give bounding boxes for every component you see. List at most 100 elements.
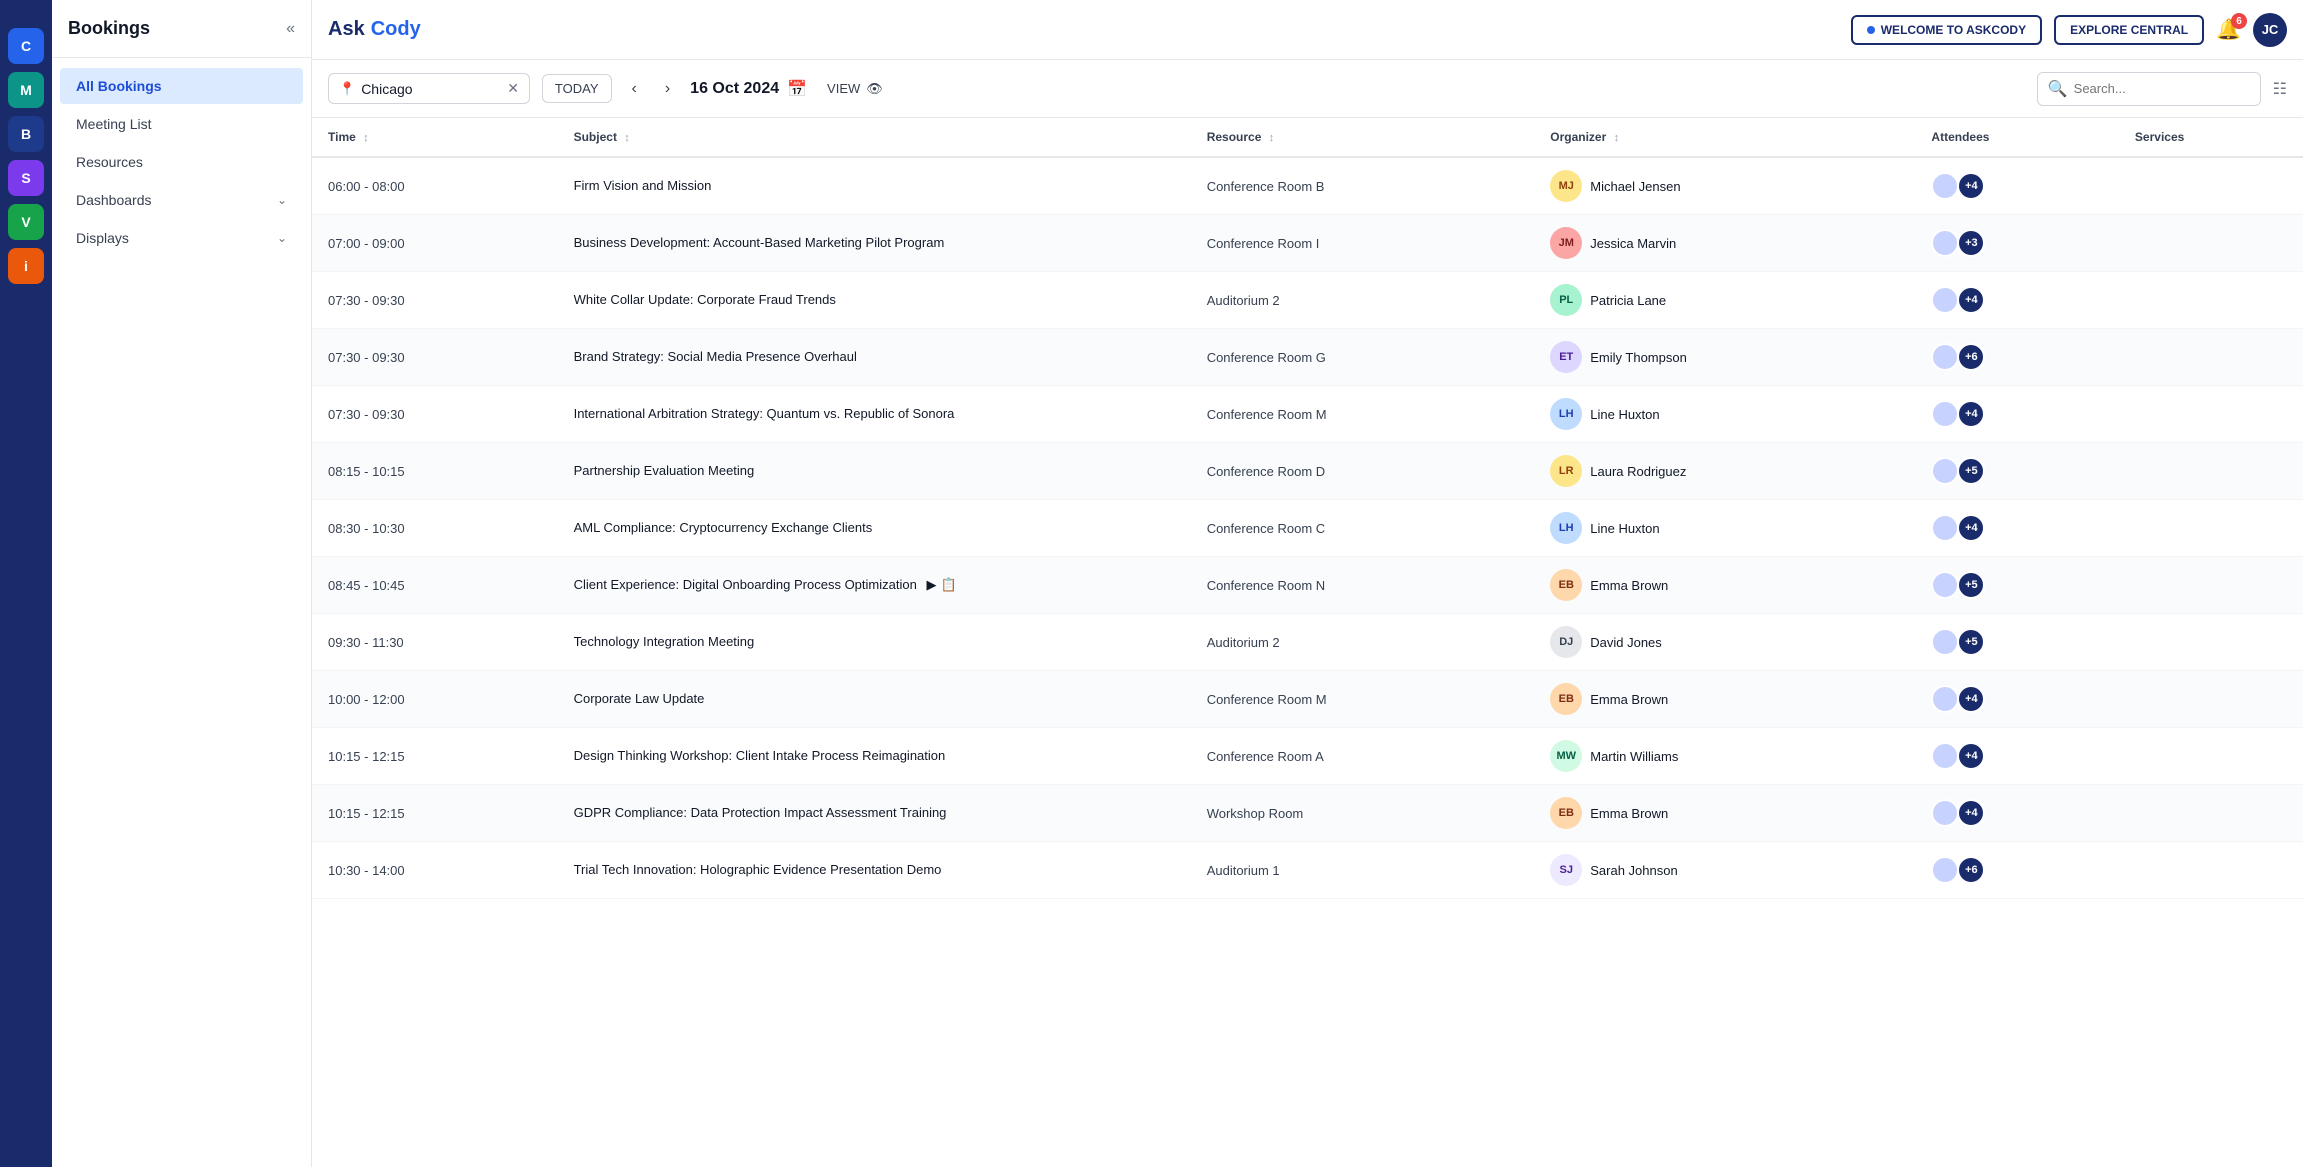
cell-time: 07:30 - 09:30 bbox=[312, 329, 558, 386]
organizer-name: David Jones bbox=[1590, 635, 1662, 650]
view-label: VIEW bbox=[827, 81, 860, 96]
nav-icon-c[interactable]: C bbox=[8, 28, 44, 64]
nav-icon-v[interactable]: V bbox=[8, 204, 44, 240]
organizer-name: Martin Williams bbox=[1590, 749, 1678, 764]
sidebar-item-meeting-list[interactable]: Meeting List bbox=[60, 106, 303, 142]
cell-subject: Trial Tech Innovation: Holographic Evide… bbox=[558, 842, 1191, 899]
sidebar-item-displays[interactable]: Displays ⌄ bbox=[60, 220, 303, 256]
next-date-button[interactable]: › bbox=[657, 76, 678, 102]
cell-subject: GDPR Compliance: Data Protection Impact … bbox=[558, 785, 1191, 842]
calendar-icon[interactable]: 📅 bbox=[787, 79, 807, 99]
cell-resource: Conference Room A bbox=[1191, 728, 1535, 785]
sidebar-item-all-bookings[interactable]: All Bookings bbox=[60, 68, 303, 104]
nav-icon-b[interactable]: B bbox=[8, 116, 44, 152]
organizer-avatar: EB bbox=[1550, 683, 1582, 715]
previous-date-button[interactable]: ‹ bbox=[624, 76, 645, 102]
cell-attendees: +4 bbox=[1915, 728, 2119, 785]
table-row[interactable]: 08:45 - 10:45 Client Experience: Digital… bbox=[312, 557, 2303, 614]
app-logo: AskCody bbox=[328, 18, 421, 41]
user-initials: JC bbox=[2262, 22, 2279, 37]
attendee-avatar bbox=[1931, 571, 1959, 599]
attendee-avatar bbox=[1931, 172, 1959, 200]
table-row[interactable]: 07:00 - 09:00 Business Development: Acco… bbox=[312, 215, 2303, 272]
organizer-name: Sarah Johnson bbox=[1590, 863, 1677, 878]
cell-resource: Conference Room C bbox=[1191, 500, 1535, 557]
sidebar-header: Bookings « bbox=[52, 0, 311, 58]
location-clear-button[interactable]: ✕ bbox=[507, 80, 519, 97]
attendee-avatar bbox=[1931, 343, 1959, 371]
cell-subject: Client Experience: Digital Onboarding Pr… bbox=[558, 557, 1191, 614]
sidebar-item-label: Dashboards bbox=[76, 192, 152, 208]
table-row[interactable]: 10:15 - 12:15 GDPR Compliance: Data Prot… bbox=[312, 785, 2303, 842]
attendee-avatar bbox=[1931, 229, 1959, 257]
table-row[interactable]: 09:30 - 11:30 Technology Integration Mee… bbox=[312, 614, 2303, 671]
notification-button[interactable]: 🔔 6 bbox=[2216, 17, 2241, 42]
explore-button[interactable]: EXPLORE CENTRAL bbox=[2054, 15, 2204, 45]
table-row[interactable]: 07:30 - 09:30 White Collar Update: Corpo… bbox=[312, 272, 2303, 329]
cell-resource: Workshop Room bbox=[1191, 785, 1535, 842]
cell-organizer: ET Emily Thompson bbox=[1534, 329, 1915, 386]
organizer-name: Emma Brown bbox=[1590, 578, 1668, 593]
cell-attendees: +5 bbox=[1915, 614, 2119, 671]
attendee-count: +4 bbox=[1957, 286, 1985, 314]
attendee-count: +4 bbox=[1957, 514, 1985, 542]
table-row[interactable]: 07:30 - 09:30 Brand Strategy: Social Med… bbox=[312, 329, 2303, 386]
table-row[interactable]: 10:15 - 12:15 Design Thinking Workshop: … bbox=[312, 728, 2303, 785]
sidebar-item-label: All Bookings bbox=[76, 78, 162, 94]
location-input[interactable] bbox=[361, 81, 501, 97]
attendee-avatar bbox=[1931, 685, 1959, 713]
cell-services bbox=[2119, 272, 2303, 329]
cell-resource: Conference Room M bbox=[1191, 386, 1535, 443]
bookings-table-container: Time ↕ Subject ↕ Resource ↕ Organizer ↕ bbox=[312, 118, 2303, 1167]
cell-organizer: SJ Sarah Johnson bbox=[1534, 842, 1915, 899]
sort-icon[interactable]: ↕ bbox=[624, 132, 630, 144]
welcome-dot-icon bbox=[1867, 26, 1875, 34]
organizer-name: Line Huxton bbox=[1590, 521, 1659, 536]
cell-organizer: LH Line Huxton bbox=[1534, 500, 1915, 557]
attendee-count: +6 bbox=[1957, 856, 1985, 884]
cell-organizer: EB Emma Brown bbox=[1534, 557, 1915, 614]
cell-resource: Auditorium 2 bbox=[1191, 272, 1535, 329]
nav-icon-m[interactable]: M bbox=[8, 72, 44, 108]
today-button[interactable]: TODAY bbox=[542, 74, 612, 103]
sort-icon[interactable]: ↕ bbox=[1614, 132, 1620, 144]
search-input[interactable] bbox=[2074, 81, 2250, 96]
eye-icon: 👁 bbox=[866, 81, 883, 97]
table-row[interactable]: 10:30 - 14:00 Trial Tech Innovation: Hol… bbox=[312, 842, 2303, 899]
table-row[interactable]: 08:30 - 10:30 AML Compliance: Cryptocurr… bbox=[312, 500, 2303, 557]
filter-button[interactable]: ☷ bbox=[2273, 79, 2287, 99]
cell-time: 10:30 - 14:00 bbox=[312, 842, 558, 899]
sidebar-collapse-button[interactable]: « bbox=[286, 20, 295, 38]
sidebar-item-resources[interactable]: Resources bbox=[60, 144, 303, 180]
nav-icon-s[interactable]: S bbox=[8, 160, 44, 196]
user-avatar[interactable]: JC bbox=[2253, 13, 2287, 47]
attendee-count: +6 bbox=[1957, 343, 1985, 371]
cell-subject: International Arbitration Strategy: Quan… bbox=[558, 386, 1191, 443]
cell-services bbox=[2119, 728, 2303, 785]
table-row[interactable]: 08:15 - 10:15 Partnership Evaluation Mee… bbox=[312, 443, 2303, 500]
cell-time: 10:00 - 12:00 bbox=[312, 671, 558, 728]
nav-icon-i[interactable]: i bbox=[8, 248, 44, 284]
cell-services bbox=[2119, 557, 2303, 614]
cell-resource: Conference Room D bbox=[1191, 443, 1535, 500]
sort-icon[interactable]: ↕ bbox=[1269, 132, 1275, 144]
cell-organizer: EB Emma Brown bbox=[1534, 671, 1915, 728]
content-header: 📍 ✕ TODAY ‹ › 16 Oct 2024 📅 VIEW 👁 🔍 ☷ bbox=[312, 60, 2303, 118]
logo-ask: Ask bbox=[328, 18, 365, 41]
view-button[interactable]: VIEW 👁 bbox=[827, 81, 883, 97]
sort-icon[interactable]: ↕ bbox=[363, 132, 369, 144]
sidebar-item-dashboards[interactable]: Dashboards ⌄ bbox=[60, 182, 303, 218]
attendee-avatar bbox=[1931, 799, 1959, 827]
explore-label: EXPLORE CENTRAL bbox=[2070, 23, 2188, 37]
icon-bar: C M B S V i bbox=[0, 0, 52, 1167]
organizer-avatar: SJ bbox=[1550, 854, 1582, 886]
table-row[interactable]: 07:30 - 09:30 International Arbitration … bbox=[312, 386, 2303, 443]
cell-subject: Technology Integration Meeting bbox=[558, 614, 1191, 671]
table-row[interactable]: 10:00 - 12:00 Corporate Law Update Confe… bbox=[312, 671, 2303, 728]
cell-subject: Firm Vision and Mission bbox=[558, 157, 1191, 215]
table-row[interactable]: 06:00 - 08:00 Firm Vision and Mission Co… bbox=[312, 157, 2303, 215]
cell-time: 07:30 - 09:30 bbox=[312, 272, 558, 329]
organizer-avatar: LH bbox=[1550, 512, 1582, 544]
welcome-button[interactable]: WELCOME TO ASKCODY bbox=[1851, 15, 2042, 45]
bookings-table: Time ↕ Subject ↕ Resource ↕ Organizer ↕ bbox=[312, 118, 2303, 899]
